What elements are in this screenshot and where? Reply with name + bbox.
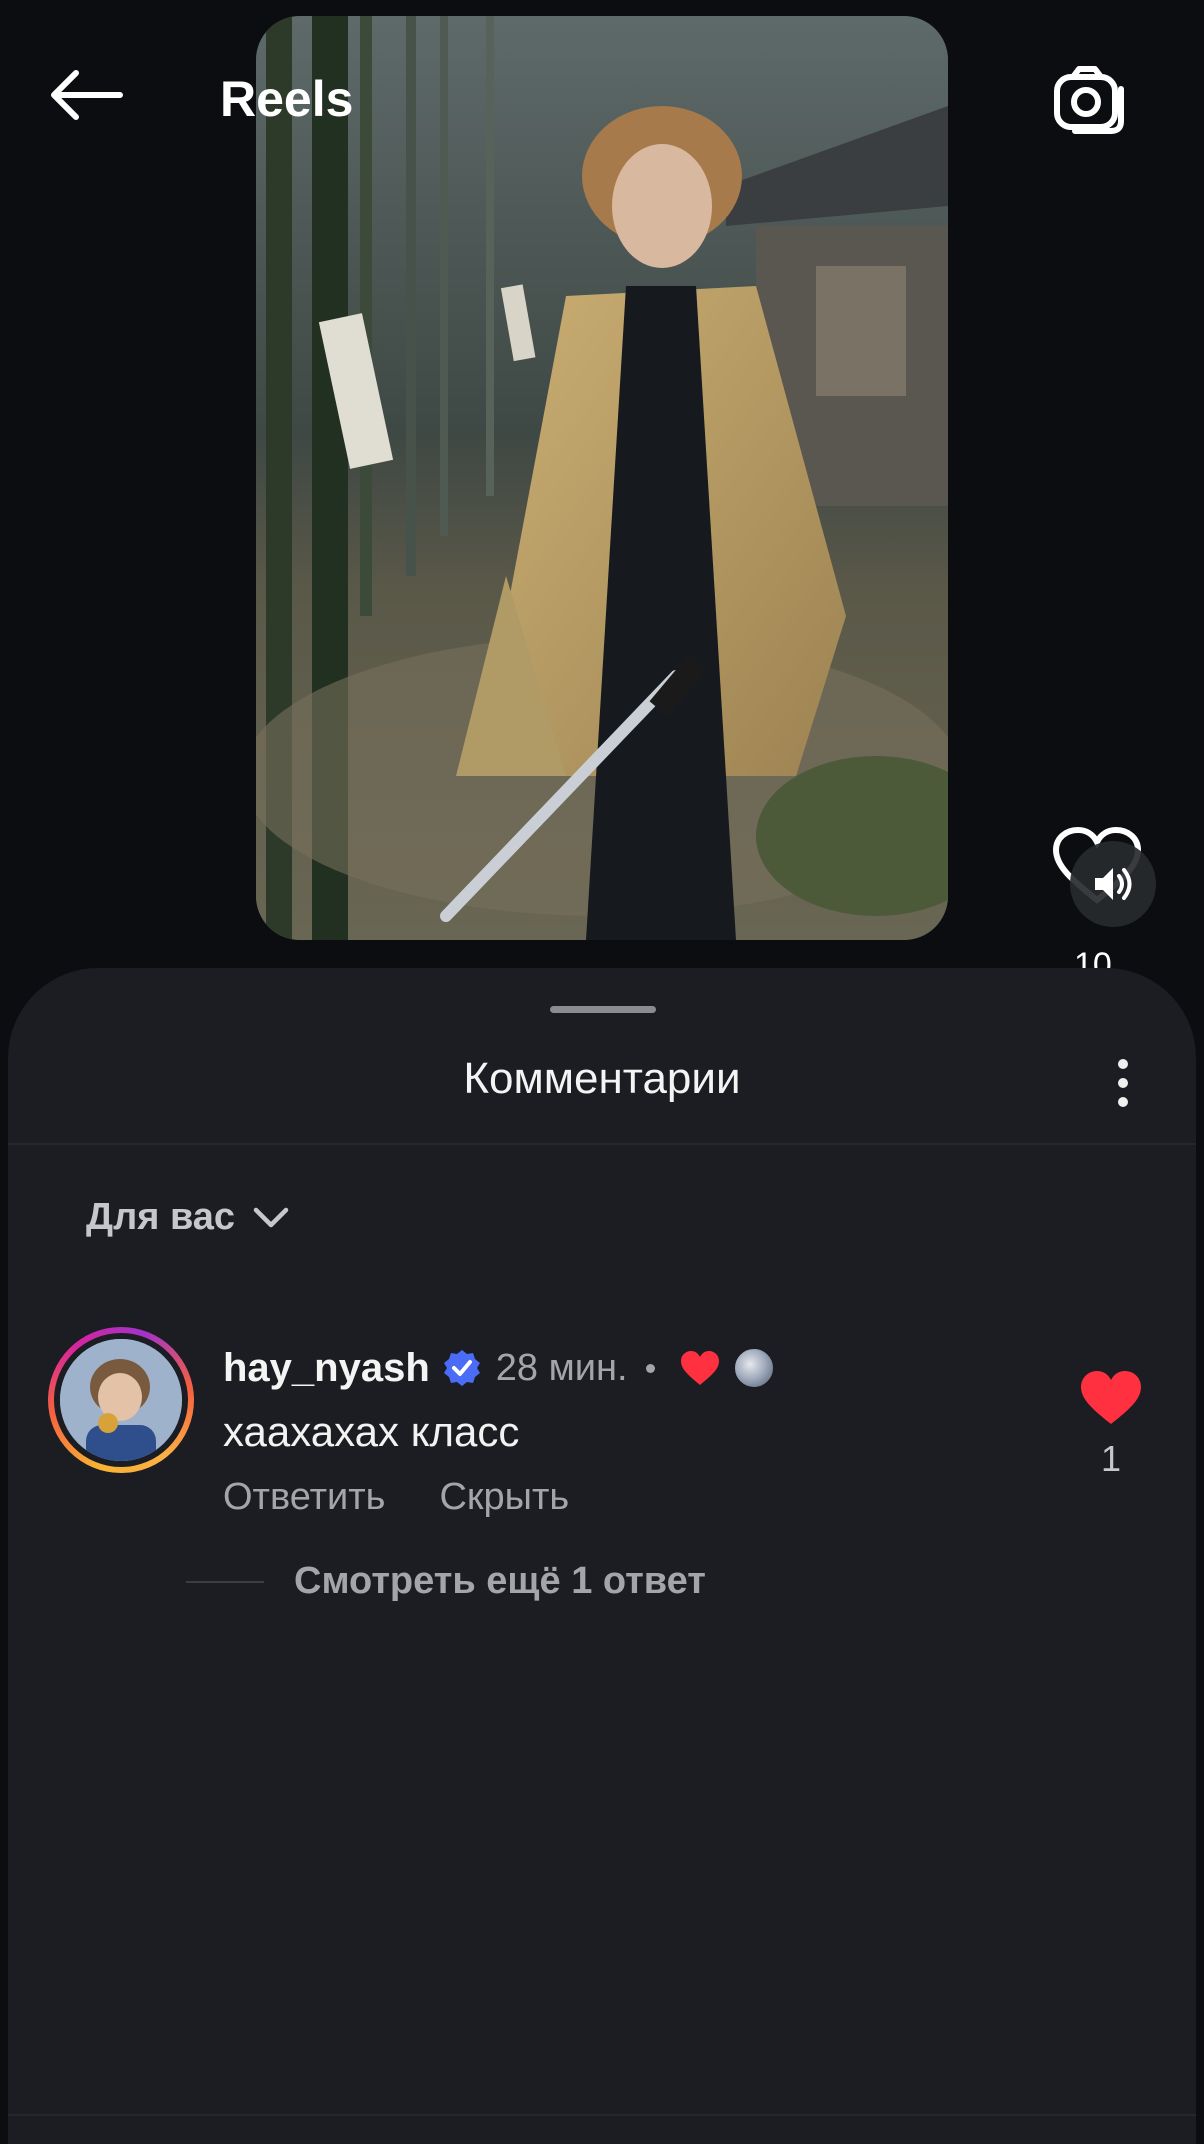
heart-filled-icon[interactable] (1078, 1368, 1144, 1428)
comment-like-count: 1 (1100, 1438, 1122, 1479)
creator-liked-heart-icon (680, 1351, 719, 1385)
more-dot-icon (1118, 1078, 1128, 1088)
avatar-image (60, 1339, 182, 1461)
comment-actions: Ответить Скрыть (223, 1476, 569, 1519)
divider (8, 1143, 1196, 1145)
top-bar: Reels 10 (0, 0, 1204, 968)
avatar[interactable] (48, 1327, 194, 1473)
divider (8, 2114, 1196, 2116)
verified-badge-icon (443, 1350, 480, 1386)
camera-icon (1054, 66, 1124, 134)
filter-label: Для вас (86, 1196, 236, 1238)
more-options-button[interactable] (1098, 1048, 1148, 1118)
view-replies-button[interactable]: Смотреть ещё 1 ответ (186, 1560, 706, 1603)
sound-toggle-button[interactable] (1070, 841, 1156, 927)
more-dot-icon (1118, 1059, 1128, 1069)
arrow-left-icon (51, 70, 123, 120)
separator-dot (645, 1363, 655, 1373)
page-title: Reels (220, 71, 354, 127)
comment-username[interactable]: hay_nyash (223, 1346, 430, 1391)
comment-time: 28 мин. (495, 1346, 628, 1389)
more-dot-icon (1118, 1097, 1128, 1107)
chevron-down-icon (253, 1207, 289, 1227)
speaker-icon (1095, 868, 1132, 900)
replies-line (186, 1580, 264, 1583)
comment-text: хаахахах класс (223, 1408, 520, 1455)
camera-button[interactable] (1050, 60, 1130, 140)
reel-like-count: 10 (1074, 946, 1112, 968)
comment-filter-dropdown[interactable]: Для вас (86, 1196, 289, 1239)
hide-button[interactable]: Скрыть (439, 1476, 569, 1519)
view-replies-label: Смотреть ещё 1 ответ (294, 1560, 706, 1602)
reply-button[interactable]: Ответить (223, 1476, 385, 1519)
comments-sheet: Комментарии Для вас hay_nyash 28 мин. ха… (8, 968, 1196, 2144)
drag-handle[interactable] (550, 1006, 656, 1013)
sheet-title: Комментарии (463, 1054, 741, 1103)
back-button[interactable] (44, 60, 128, 130)
comment-header: hay_nyash 28 мин. (223, 1340, 775, 1396)
creator-avatar (732, 1347, 775, 1389)
